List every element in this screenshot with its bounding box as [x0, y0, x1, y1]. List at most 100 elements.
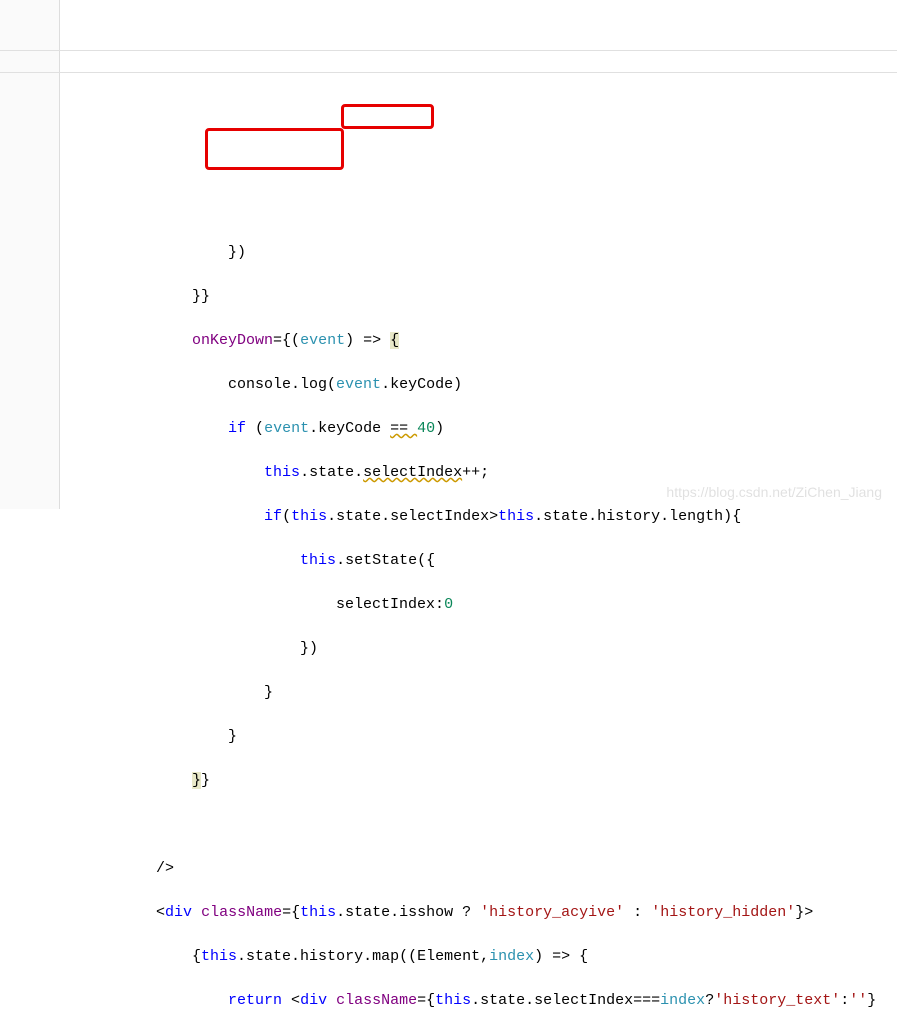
- code-text: }: [867, 992, 876, 1009]
- code-text: [66, 772, 192, 789]
- horizontal-rule: [0, 72, 897, 73]
- code-line[interactable]: this.setState({: [66, 550, 897, 572]
- code-text: .state.history.map((Element,: [237, 948, 489, 965]
- code-text: :: [840, 992, 849, 1009]
- code-text: ?: [705, 992, 714, 1009]
- code-text: ) => {: [534, 948, 588, 965]
- code-text: {: [66, 948, 201, 965]
- code-tag: div: [165, 904, 192, 921]
- watermark: https://blog.csdn.net/ZiChen_Jiang: [666, 481, 882, 503]
- code-line[interactable]: <div className={this.state.isshow ? 'his…: [66, 902, 897, 924]
- code-text: }: [66, 728, 237, 745]
- code-string: 'history_hidden': [651, 904, 795, 921]
- code-text: ={: [282, 904, 300, 921]
- code-keyword: this: [300, 552, 336, 569]
- code-text: [66, 464, 264, 481]
- code-number: 0: [444, 596, 453, 613]
- code-text: [327, 992, 336, 1009]
- code-text: :: [624, 904, 651, 921]
- code-line[interactable]: }): [66, 638, 897, 660]
- code-text: [66, 552, 300, 569]
- annotation-box: [341, 104, 434, 129]
- code-text: ): [435, 420, 444, 437]
- code-line[interactable]: />: [66, 858, 897, 880]
- code-line[interactable]: if (event.keyCode == 40): [66, 418, 897, 440]
- code-line[interactable]: {this.state.history.map((Element,index) …: [66, 946, 897, 968]
- code-identifier: event: [336, 376, 381, 393]
- code-text: [192, 904, 201, 921]
- code-text: selectIndex:: [66, 596, 444, 613]
- code-text: .keyCode: [309, 420, 390, 437]
- code-text: />: [66, 860, 174, 877]
- code-tag: div: [300, 992, 327, 1009]
- code-text: }: [66, 684, 273, 701]
- code-text: .keyCode): [381, 376, 462, 393]
- code-text: }: [201, 772, 210, 789]
- code-line[interactable]: }: [66, 682, 897, 704]
- code-line[interactable]: [66, 814, 897, 836]
- code-editor[interactable]: }) }} onKeyDown={(event) => { console.lo…: [0, 176, 897, 1018]
- code-text: .state.history.length){: [534, 508, 741, 525]
- code-text: .state.selectIndex===: [471, 992, 660, 1009]
- code-text: .state.: [300, 464, 363, 481]
- code-line[interactable]: }: [66, 726, 897, 748]
- code-text: .setState({: [336, 552, 435, 569]
- code-line[interactable]: onKeyDown={(event) => {: [66, 330, 897, 352]
- code-string: 'history_text': [714, 992, 840, 1009]
- code-keyword: this: [300, 904, 336, 921]
- code-text: (: [282, 508, 291, 525]
- code-keyword: this: [264, 464, 300, 481]
- code-prop: className: [336, 992, 417, 1009]
- code-text: [66, 420, 228, 437]
- code-text: ++;: [462, 464, 489, 481]
- brace-match: {: [390, 332, 399, 349]
- code-text: ={(: [273, 332, 300, 349]
- code-area[interactable]: }) }} onKeyDown={(event) => { console.lo…: [60, 220, 897, 1018]
- code-identifier: event: [300, 332, 345, 349]
- code-line[interactable]: if(this.state.selectIndex>this.state.his…: [66, 506, 897, 528]
- code-string: 'history_acyive': [480, 904, 624, 921]
- code-identifier: event: [264, 420, 309, 437]
- code-text: [66, 816, 75, 833]
- code-text: [66, 508, 264, 525]
- code-keyword: this: [201, 948, 237, 965]
- annotation-box: [205, 128, 344, 170]
- code-text: }}: [66, 288, 210, 305]
- code-text: console.log(: [66, 376, 336, 393]
- warning-squiggle: selectIndex: [363, 464, 462, 481]
- code-text: <: [66, 904, 165, 921]
- code-number: 40: [417, 420, 435, 437]
- code-text: }>: [795, 904, 813, 921]
- code-keyword: if: [264, 508, 282, 525]
- code-text: ) =>: [345, 332, 390, 349]
- code-text: ={: [417, 992, 435, 1009]
- code-string: '': [849, 992, 867, 1009]
- code-line[interactable]: selectIndex:0: [66, 594, 897, 616]
- code-text: }): [66, 640, 318, 657]
- code-text: }): [66, 244, 246, 261]
- code-text: <: [282, 992, 300, 1009]
- code-identifier: index: [660, 992, 705, 1009]
- code-line[interactable]: }): [66, 242, 897, 264]
- code-identifier: index: [489, 948, 534, 965]
- code-keyword: if: [228, 420, 246, 437]
- code-line[interactable]: return <div className={this.state.select…: [66, 990, 897, 1012]
- code-text: .state: [327, 508, 381, 525]
- code-prop: className: [201, 904, 282, 921]
- code-text: .selectIndex>: [381, 508, 498, 525]
- code-keyword: this: [498, 508, 534, 525]
- code-prop: onKeyDown: [192, 332, 273, 349]
- code-line[interactable]: }}: [66, 286, 897, 308]
- warning-squiggle: ==: [390, 420, 417, 437]
- code-text: (: [246, 420, 264, 437]
- code-text: .state.isshow ?: [336, 904, 480, 921]
- code-keyword: return: [228, 992, 282, 1009]
- code-keyword: this: [291, 508, 327, 525]
- code-text: [66, 992, 228, 1009]
- code-line[interactable]: }}: [66, 770, 897, 792]
- brace-match: }: [192, 772, 201, 789]
- code-text: [66, 332, 192, 349]
- code-line[interactable]: console.log(event.keyCode): [66, 374, 897, 396]
- code-keyword: this: [435, 992, 471, 1009]
- horizontal-rule: [0, 50, 897, 51]
